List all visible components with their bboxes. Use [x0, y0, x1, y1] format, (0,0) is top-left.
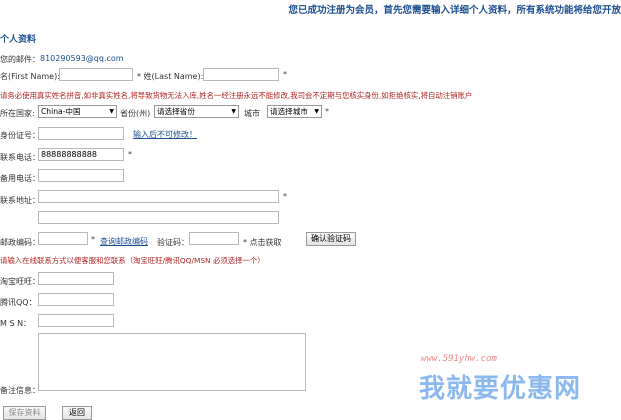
taobao-input[interactable]	[38, 272, 114, 285]
country-selected-value: China-中国	[41, 107, 81, 116]
chevron-down-icon: ▼	[231, 108, 236, 115]
country-label: 所在国家:	[0, 109, 35, 118]
watermark-url: www.591yhw.com	[421, 354, 497, 364]
postal-required-mark: *	[91, 235, 95, 244]
id-card-label: 身份证号：	[0, 131, 40, 140]
qq-label: 腾讯QQ：	[0, 298, 37, 307]
contact-warning: 请输入在线联系方式以便客服和您联系（淘宝旺旺/腾讯QQ/MSN 必须选择一个）	[0, 256, 265, 265]
phone-label: 联系电话：	[0, 153, 40, 162]
name-warning: 请务必使用真实姓名拼音,如非真实姓名,将导致货物无法入库,姓名一经注册永远不能修…	[0, 91, 473, 100]
phone-input[interactable]: 88888888888	[38, 148, 124, 161]
address-required-mark: *	[283, 192, 287, 201]
phone-required-mark: *	[128, 150, 132, 159]
captcha-label: 验证码：	[157, 238, 189, 247]
province-select[interactable]: 请选择省份 ▼	[154, 105, 239, 118]
watermark-text: 我就要优惠网	[419, 374, 582, 404]
postal-label: 邮政编码：	[0, 238, 40, 247]
first-name-input[interactable]	[59, 68, 133, 81]
captcha-hint[interactable]: * 点击获取	[243, 237, 282, 248]
address-line1-input[interactable]	[38, 190, 279, 203]
last-name-label: * 姓(Last Name):	[137, 72, 204, 81]
city-select[interactable]: 请选择城市 ▼	[267, 105, 322, 118]
city-selected-value: 请选择城市	[270, 107, 308, 116]
confirm-captcha-button[interactable]: 确认验证码	[306, 232, 356, 246]
address-line2-input[interactable]	[38, 211, 279, 224]
country-select[interactable]: China-中国 ▼	[38, 105, 117, 118]
qq-input[interactable]	[38, 293, 114, 306]
taobao-label: 淘宝旺旺：	[0, 277, 40, 286]
email-label: 您的邮件：	[0, 55, 40, 64]
province-selected-value: 请选择省份	[157, 107, 195, 116]
last-name-required-mark: *	[283, 70, 287, 79]
welcome-banner: 您已成功注册为会员，首先您需要输入详细个人资料，所有系统功能将给您开放	[288, 5, 621, 16]
postal-input[interactable]	[38, 232, 88, 245]
save-profile-button[interactable]: 保存资料	[3, 406, 46, 420]
province-label: 省份(州)	[120, 109, 151, 118]
msn-label: M S N：	[0, 319, 32, 328]
alt-phone-input[interactable]	[38, 169, 124, 182]
postal-lookup-link[interactable]: 查询邮政编码	[100, 236, 148, 247]
location-required-mark: *	[325, 107, 329, 116]
first-name-label: 名(First Name):	[0, 72, 60, 81]
section-title: 个人资料	[0, 35, 37, 45]
email-value: 810290593@qq.com	[40, 54, 124, 63]
remarks-textarea[interactable]	[38, 333, 306, 391]
remarks-label: 备注信息：	[0, 386, 40, 395]
id-card-input[interactable]	[38, 127, 124, 140]
alt-phone-label: 备用电话：	[0, 174, 40, 183]
id-card-note: 输入后不可修改！	[133, 130, 197, 139]
captcha-input[interactable]	[189, 232, 239, 245]
back-button[interactable]: 返回	[62, 406, 92, 420]
chevron-down-icon: ▼	[314, 108, 319, 115]
chevron-down-icon: ▼	[109, 108, 114, 115]
address-label: 联系地址：	[0, 196, 40, 205]
last-name-input[interactable]	[203, 68, 279, 81]
city-label: 城市	[244, 109, 260, 118]
msn-input[interactable]	[38, 314, 114, 327]
